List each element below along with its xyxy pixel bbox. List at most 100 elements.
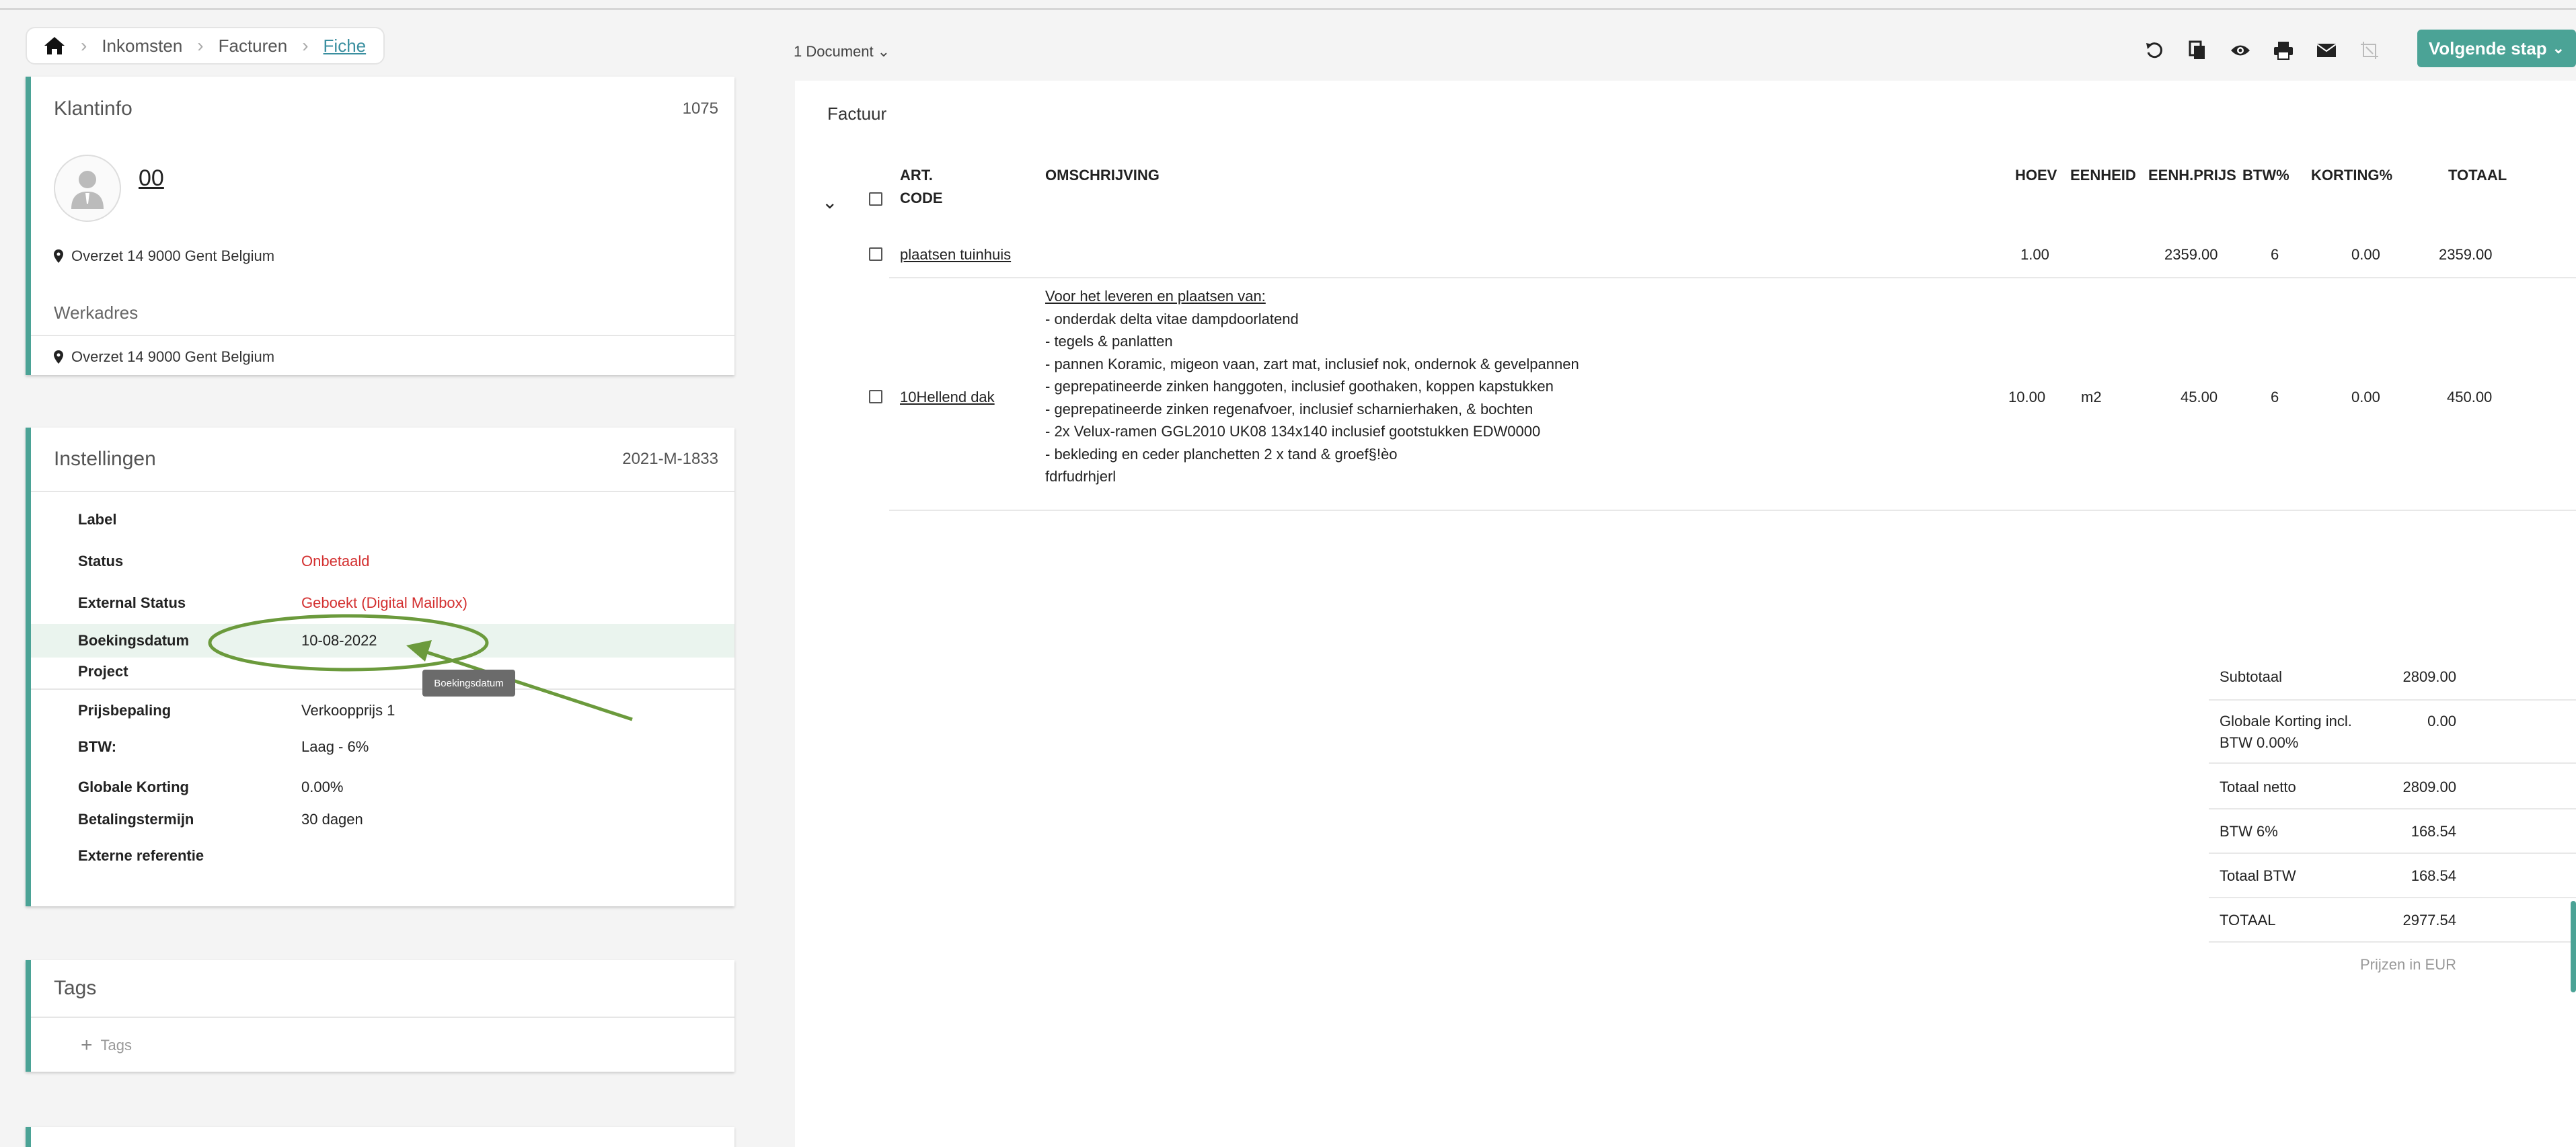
- werkadres-label: Werkadres: [54, 303, 139, 323]
- grand-total-label: TOTAAL: [2220, 912, 2276, 928]
- toolbar: [2143, 39, 2381, 62]
- global-discount-label-1: Globale Korting incl.: [2220, 713, 2352, 729]
- setting-label: Prijsbepaling: [78, 702, 172, 719]
- invoice-number: 2021-M-1833: [622, 450, 718, 468]
- description-line: - onderdak delta vitae dampdoorlatend: [1045, 310, 1299, 327]
- client-name[interactable]: 00: [139, 165, 164, 192]
- description-line: fdrfudrhjerl: [1045, 468, 1116, 485]
- breadcrumb-facturen[interactable]: Facturen: [219, 36, 288, 56]
- breadcrumb-inkomsten[interactable]: Inkomsten: [102, 36, 182, 56]
- subtotal-value: 2809.00: [2402, 668, 2456, 685]
- line-description[interactable]: Voor het leveren en plaatsen van: - onde…: [1045, 285, 1579, 488]
- map-pin-icon: [54, 249, 63, 263]
- header-art-code-2: CODE: [900, 190, 943, 206]
- line-price[interactable]: 45.00: [2181, 389, 2218, 406]
- setting-label: Globale Korting: [78, 779, 189, 795]
- setting-row-externe-referentie[interactable]: Externe referentie: [31, 839, 734, 873]
- divider: [31, 688, 734, 690]
- net-total-label: Totaal netto: [2220, 779, 2296, 795]
- setting-label: Betalingstermijn: [78, 811, 194, 828]
- undo-icon[interactable]: [2143, 39, 2166, 62]
- plus-icon: +: [81, 1034, 93, 1056]
- invoice-panel: [795, 81, 2576, 1147]
- line-art-code[interactable]: plaatsen tuinhuis: [900, 246, 1011, 264]
- chevron-right-icon: ›: [81, 35, 87, 56]
- setting-value: 0.00%: [301, 779, 344, 795]
- line-korting[interactable]: 0.00: [2351, 389, 2380, 406]
- line-total: 2359.00: [2439, 246, 2493, 263]
- document-dropdown-label: 1 Document: [794, 43, 874, 60]
- setting-row-label[interactable]: Label: [31, 503, 734, 537]
- instellingen-card: Instellingen 2021-M-1833 Label Status On…: [26, 428, 734, 906]
- setting-value: Laag - 6%: [301, 738, 369, 755]
- line-checkbox[interactable]: [869, 247, 882, 261]
- scrollbar-thumb[interactable]: [2571, 901, 2576, 992]
- setting-row-globale-korting[interactable]: Globale Korting 0.00%: [31, 770, 734, 804]
- description-line: - geprepatineerde zinken regenafvoer, in…: [1045, 400, 1533, 418]
- line-qty[interactable]: 10.00: [2008, 389, 2045, 406]
- setting-value: 30 dagen: [301, 811, 363, 828]
- setting-row-project[interactable]: Project: [31, 655, 734, 688]
- line-btw[interactable]: 6: [2271, 389, 2279, 406]
- breadcrumb: › Inkomsten › Facturen › Fiche: [26, 27, 385, 65]
- avatar: [54, 155, 121, 222]
- setting-row-betalingstermijn[interactable]: Betalingstermijn 30 dagen: [31, 803, 734, 836]
- line-art-code[interactable]: 10Hellend dak: [900, 389, 995, 406]
- home-icon[interactable]: [43, 36, 66, 56]
- setting-label: External Status: [78, 594, 186, 611]
- setting-label: BTW:: [78, 738, 117, 755]
- select-all-checkbox[interactable]: [869, 192, 882, 206]
- line-price[interactable]: 2359.00: [2164, 246, 2218, 264]
- header-eenheid: EENHEID: [2070, 167, 2136, 184]
- tags-header: Tags: [31, 960, 734, 1017]
- line-btw[interactable]: 6: [2271, 246, 2279, 264]
- header-eenh-prijs: EENH.PRIJS: [2148, 167, 2236, 184]
- add-tag-label: Tags: [100, 1037, 132, 1054]
- setting-row-external-status[interactable]: External Status Geboekt (Digital Mailbox…: [31, 586, 734, 620]
- instellingen-title: Instellingen: [54, 448, 156, 470]
- client-id: 1075: [682, 100, 718, 118]
- top-border: [0, 8, 2576, 10]
- row-divider: [889, 510, 2576, 511]
- boekingsdatum-tooltip: Boekingsdatum: [422, 670, 515, 697]
- setting-row-prijsbepaling[interactable]: Prijsbepaling Verkoopprijs 1: [31, 694, 734, 727]
- divider: [31, 1017, 734, 1018]
- line-qty[interactable]: 1.00: [2020, 246, 2049, 264]
- add-tag-button[interactable]: + Tags: [81, 1034, 132, 1057]
- collapse-chevron-icon[interactable]: ⌄: [822, 191, 837, 213]
- setting-row-btw[interactable]: BTW: Laag - 6%: [31, 730, 734, 764]
- line-unit[interactable]: m2: [2081, 389, 2102, 406]
- divider: [31, 335, 734, 336]
- copy-icon[interactable]: [2186, 39, 2209, 62]
- boekingsdatum-value[interactable]: 10-08-2022: [301, 632, 377, 649]
- setting-label: Project: [78, 663, 128, 680]
- eye-icon[interactable]: [2229, 39, 2252, 62]
- document-dropdown[interactable]: 1 Document ⌄: [794, 43, 890, 61]
- header-hoev: HOEV: [2015, 167, 2057, 184]
- klantinfo-title: Klantinfo: [54, 97, 132, 120]
- global-discount-label-2: BTW 0.00%: [2220, 734, 2299, 751]
- invoice-title: Factuur: [827, 104, 887, 124]
- print-icon[interactable]: [2272, 39, 2295, 62]
- external-status-value: Geboekt (Digital Mailbox): [301, 594, 467, 611]
- map-pin-icon: [54, 350, 63, 364]
- breadcrumb-fiche[interactable]: Fiche: [324, 36, 367, 56]
- setting-value: Verkoopprijs 1: [301, 702, 395, 719]
- header-omschrijving: OMSCHRIJVING: [1045, 167, 1160, 184]
- line-checkbox[interactable]: [869, 390, 882, 403]
- next-step-label: Volgende stap: [2428, 38, 2547, 58]
- next-step-button[interactable]: Volgende stap ⌄: [2417, 30, 2576, 67]
- net-total-value: 2809.00: [2402, 779, 2456, 795]
- next-card: [26, 1127, 734, 1147]
- crop-icon[interactable]: [2358, 39, 2381, 62]
- description-line: - geprepatineerde zinken hanggoten, incl…: [1045, 378, 1554, 395]
- line-korting[interactable]: 0.00: [2351, 246, 2380, 264]
- description-line: - 2x Velux-ramen GGL2010 UK08 134x140 in…: [1045, 423, 1541, 440]
- setting-row-status[interactable]: Status Onbetaald: [31, 545, 734, 578]
- user-icon: [71, 171, 104, 209]
- setting-row-boekingsdatum[interactable]: Boekingsdatum 10-08-2022: [31, 624, 734, 658]
- header-korting: KORTING%: [2311, 167, 2392, 184]
- mail-icon[interactable]: [2315, 39, 2338, 62]
- werkadres-text: Overzet 14 9000 Gent Belgium: [71, 348, 275, 365]
- global-discount-value: 0.00: [2427, 713, 2456, 729]
